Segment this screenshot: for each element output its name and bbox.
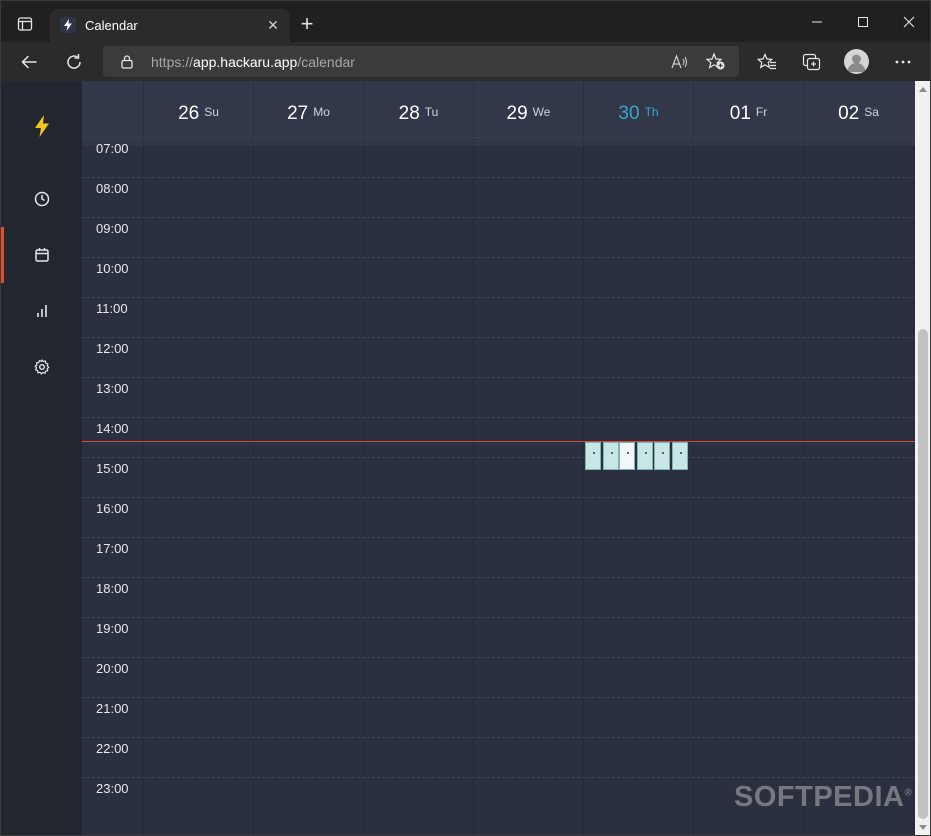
back-icon[interactable] — [15, 48, 43, 76]
hour-label: 22:00 — [96, 741, 129, 756]
time-entry-block[interactable] — [619, 442, 635, 470]
hour-label: 17:00 — [96, 541, 129, 556]
hour-label: 15:00 — [96, 461, 129, 476]
address-bar[interactable]: https://app.hackaru.app/calendar — [103, 46, 739, 77]
entry-marker — [593, 452, 595, 454]
new-tab-icon[interactable]: + — [295, 13, 319, 37]
entry-marker — [645, 452, 647, 454]
calendar-icon[interactable] — [1, 227, 82, 283]
hour-row[interactable]: 15:00 — [82, 457, 915, 497]
hour-label: 19:00 — [96, 621, 129, 636]
hour-row[interactable]: 16:00 — [82, 497, 915, 537]
entry-marker — [662, 452, 664, 454]
hour-label: 18:00 — [96, 581, 129, 596]
tab-title: Calendar — [85, 18, 138, 33]
hour-label: 23:00 — [96, 781, 129, 796]
calendar-grid[interactable]: 07:00 08:00 09:00 10:00 11:00 12:00 13:00 14:00… — [82, 137, 915, 835]
time-entry-block[interactable] — [585, 442, 601, 470]
entry-marker — [680, 452, 682, 454]
browser-window: Calendar ✕ + https://app.hackaru.app/cal… — [0, 0, 931, 836]
hour-row[interactable]: 11:00 — [82, 297, 915, 337]
scrollbar-thumb[interactable] — [918, 329, 928, 819]
time-entry-block[interactable] — [654, 442, 670, 470]
hour-label: 13:00 — [96, 381, 129, 396]
current-time-line — [82, 441, 915, 442]
page-scrollbar[interactable] — [915, 81, 930, 835]
hour-row[interactable]: 14:00 — [82, 417, 915, 457]
day-number: 01 — [729, 102, 751, 124]
hour-row[interactable]: 07:00 — [82, 137, 915, 177]
hour-row[interactable]: 17:00 — [82, 537, 915, 577]
hour-label: 12:00 — [96, 341, 129, 356]
url-text: https://app.hackaru.app/calendar — [151, 54, 355, 70]
hour-row[interactable]: 08:00 — [82, 177, 915, 217]
logo-bolt-icon[interactable] — [1, 98, 82, 154]
day-abbr: Mo — [313, 104, 330, 119]
hour-label: 08:00 — [96, 181, 129, 196]
app-sidebar — [1, 81, 82, 835]
entry-marker — [627, 452, 629, 454]
day-number: 02 — [838, 102, 860, 124]
settings-gear-icon[interactable] — [1, 339, 82, 395]
hour-label: 07:00 — [96, 141, 129, 156]
hour-row[interactable]: 21:00 — [82, 697, 915, 737]
hour-row[interactable]: 12:00 — [82, 337, 915, 377]
favorites-icon[interactable] — [753, 48, 781, 76]
entry-marker — [611, 452, 613, 454]
scroll-up-icon[interactable] — [915, 81, 930, 97]
day-number: 27 — [287, 102, 309, 124]
day-number: 29 — [506, 102, 528, 124]
hour-row[interactable]: 09:00 — [82, 217, 915, 257]
collections-icon[interactable] — [798, 48, 826, 76]
hour-row[interactable]: 13:00 — [82, 377, 915, 417]
day-abbr: Th — [644, 104, 659, 119]
watermark: SOFTPEDIA® — [734, 781, 913, 813]
hour-label: 11:00 — [96, 301, 128, 316]
day-abbr: We — [532, 104, 551, 119]
tab-strip: Calendar ✕ + — [1, 1, 930, 42]
timer-clock-icon[interactable] — [1, 171, 82, 227]
maximize-icon[interactable] — [840, 1, 886, 42]
time-entry-block[interactable] — [672, 442, 688, 470]
day-abbr: Fr — [755, 104, 768, 119]
day-number: 30 — [618, 102, 640, 124]
time-entry-block[interactable] — [637, 442, 653, 470]
refresh-icon[interactable] — [60, 48, 88, 76]
time-entry-block[interactable] — [603, 442, 619, 470]
day-abbr: Sa — [864, 104, 879, 119]
hour-label: 20:00 — [96, 661, 129, 676]
tab-actions-icon[interactable] — [11, 13, 39, 35]
hour-label: 09:00 — [96, 221, 129, 236]
add-favorite-icon[interactable] — [704, 50, 728, 74]
page-content: 26 Su 27 Mo 28 Tu 29 We 30 Th 01 Fr 02 Sa 07:00 08:00 0… — [1, 81, 915, 835]
hour-row[interactable]: 19:00 — [82, 617, 915, 657]
close-icon[interactable]: ✕ — [264, 16, 282, 34]
hour-label: 21:00 — [96, 701, 129, 716]
more-icon[interactable] — [889, 48, 917, 76]
day-number: 26 — [178, 102, 200, 124]
day-abbr: Tu — [424, 104, 439, 119]
hour-label: 14:00 — [96, 421, 129, 436]
scroll-down-icon[interactable] — [915, 820, 930, 835]
lock-icon[interactable] — [120, 54, 134, 74]
browser-tab[interactable]: Calendar ✕ — [50, 9, 290, 42]
day-number: 28 — [398, 102, 420, 124]
hour-row[interactable]: 22:00 — [82, 737, 915, 777]
profile-icon[interactable] — [844, 49, 869, 74]
hour-row[interactable]: 20:00 — [82, 657, 915, 697]
window-close-icon[interactable] — [886, 1, 930, 42]
hour-row[interactable]: 10:00 — [82, 257, 915, 297]
hour-label: 16:00 — [96, 501, 129, 516]
browser-toolbar: https://app.hackaru.app/calendar — [1, 42, 930, 81]
favicon-bolt-icon — [60, 17, 76, 33]
hour-row[interactable]: 18:00 — [82, 577, 915, 617]
calendar-view: 26 Su 27 Mo 28 Tu 29 We 30 Th 01 Fr 02 Sa 07:00 08:00 0… — [82, 81, 915, 835]
reports-chart-icon[interactable] — [1, 283, 82, 339]
day-abbr: Su — [204, 104, 219, 119]
hour-label: 10:00 — [96, 261, 129, 276]
minimize-icon[interactable] — [794, 1, 840, 42]
read-aloud-icon[interactable] — [668, 50, 692, 74]
